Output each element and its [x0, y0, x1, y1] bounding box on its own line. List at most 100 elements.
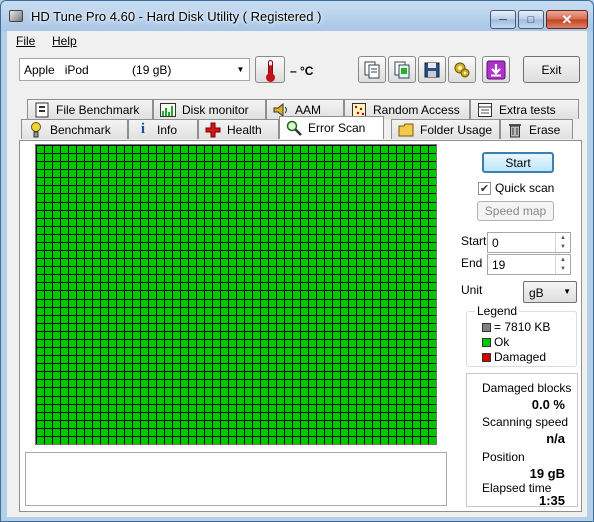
legend-ok-label: Ok — [494, 335, 510, 349]
damaged-blocks-label: Damaged blocks — [482, 381, 572, 395]
copy-text-button[interactable] — [358, 56, 386, 83]
extra-tests-icon — [477, 102, 493, 118]
copy-screenshot-button[interactable] — [388, 56, 416, 83]
quick-scan-label: Quick scan — [495, 181, 555, 195]
block-swatch-icon — [482, 322, 491, 332]
trash-icon — [507, 122, 523, 138]
tab-benchmark[interactable]: Benchmark — [21, 119, 128, 139]
exit-button[interactable]: Exit — [523, 56, 580, 83]
drive-select[interactable]: Apple iPod (19 gB) ▼ — [19, 58, 250, 81]
tab-info[interactable]: i Info — [128, 119, 198, 139]
tab-label: File Benchmark — [56, 102, 140, 117]
scan-log-box[interactable] — [25, 452, 447, 506]
tab-label: Extra tests — [499, 102, 556, 117]
tab-label: Benchmark — [50, 122, 111, 137]
start-spinner[interactable]: ▲ ▼ — [555, 233, 570, 252]
start-input-value: 0 — [492, 236, 499, 250]
legend-title: Legend — [475, 304, 520, 318]
damaged-blocks-value: 0.0 % — [531, 397, 565, 412]
ok-swatch-icon — [482, 337, 491, 347]
floppy-disk-icon — [424, 62, 440, 77]
legend-ok: Ok — [482, 335, 509, 349]
legend-damaged-label: Damaged — [494, 350, 547, 364]
legend-damaged: Damaged — [482, 350, 546, 364]
gears-icon — [454, 62, 470, 77]
maximize-icon: □ — [527, 13, 535, 26]
hd-tune-app-icon[interactable] — [9, 10, 23, 22]
save-screenshot-button[interactable] — [482, 56, 510, 83]
folder-icon — [398, 122, 414, 138]
elapsed-time-value: 1:35 — [538, 493, 565, 508]
menu-help-label: Help — [52, 34, 77, 48]
tab-label: Random Access — [373, 102, 460, 117]
health-icon — [205, 122, 221, 138]
title-bar[interactable]: HD Tune Pro 4.60 - Hard Disk Utility ( R… — [1, 1, 593, 31]
tab-folder-usage[interactable]: Folder Usage — [391, 119, 500, 139]
spin-down-icon[interactable]: ▼ — [556, 242, 570, 251]
tab-label: Health — [227, 122, 262, 137]
file-benchmark-icon — [34, 102, 50, 118]
scan-statistics: Damaged blocks 0.0 % Scanning speed n/a … — [466, 373, 578, 508]
start-input[interactable]: 0 ▲ ▼ — [487, 232, 571, 253]
magnifier-icon — [286, 120, 302, 136]
tab-health[interactable]: Health — [198, 119, 279, 139]
legend: Legend = 7810 KB Ok Damaged — [466, 304, 577, 367]
scan-block-grid — [36, 145, 436, 444]
minimize-button[interactable]: ─ — [490, 10, 516, 29]
legend-block-size-label: = 7810 KB — [494, 320, 551, 334]
spin-up-icon[interactable]: ▲ — [556, 233, 570, 242]
menu-help[interactable]: Help — [52, 34, 77, 48]
thermometer-bulb — [266, 73, 275, 82]
tab-label: Folder Usage — [420, 122, 493, 137]
tab-error-scan[interactable]: Error Scan — [279, 116, 384, 139]
copy-screenshot-icon — [394, 61, 410, 78]
options-button[interactable] — [448, 56, 476, 83]
tab-label: Error Scan — [308, 121, 366, 135]
client-area: File Help Apple iPod (19 gB) ▼ – °C Exit… — [7, 31, 587, 517]
speed-map-button[interactable]: Speed map — [477, 201, 554, 221]
close-icon: ✕ — [561, 11, 573, 27]
quick-scan-checkbox[interactable]: ✔ Quick scan — [478, 181, 554, 195]
scanning-speed-label: Scanning speed — [482, 415, 569, 429]
spin-up-icon[interactable]: ▲ — [556, 255, 570, 264]
unit-label: Unit — [461, 283, 483, 297]
tab-label: Disk monitor — [182, 102, 249, 117]
minimize-icon: ─ — [499, 13, 507, 26]
tab-erase[interactable]: Erase — [500, 119, 573, 139]
start-label: Start — [461, 234, 487, 248]
end-label: End — [461, 256, 483, 270]
app-window: HD Tune Pro 4.60 - Hard Disk Utility ( R… — [0, 0, 594, 522]
maximize-button[interactable]: □ — [518, 10, 544, 29]
info-icon: i — [140, 121, 146, 137]
tab-disk-monitor[interactable]: Disk monitor — [153, 99, 266, 119]
start-scan-button[interactable]: Start — [482, 152, 554, 173]
menu-bar: File Help — [7, 31, 587, 51]
spin-down-icon[interactable]: ▼ — [556, 264, 570, 273]
disk-monitor-icon — [160, 102, 176, 118]
scan-block-map — [35, 144, 437, 445]
legend-block-size: = 7810 KB — [482, 320, 550, 334]
position-value: 19 gB — [529, 466, 565, 481]
chevron-down-icon: ▼ — [563, 287, 571, 296]
scanning-speed-value: n/a — [546, 431, 565, 446]
damaged-swatch-icon — [482, 352, 491, 362]
end-input-value: 19 — [492, 258, 506, 272]
chevron-down-icon: ▼ — [236, 65, 245, 74]
tab-label: Info — [157, 122, 178, 137]
tab-extra-tests[interactable]: Extra tests — [470, 99, 579, 119]
tab-label: AAM — [295, 102, 322, 117]
tab-file-benchmark[interactable]: File Benchmark — [27, 99, 153, 119]
error-scan-panel: Start ✔ Quick scan Speed map Start 0 ▲ ▼… — [19, 140, 582, 512]
menu-file[interactable]: File — [16, 34, 35, 48]
end-input[interactable]: 19 ▲ ▼ — [487, 254, 571, 275]
temperature-readout: – °C — [290, 64, 314, 78]
close-button[interactable]: ✕ — [546, 10, 588, 29]
position-label: Position — [482, 450, 525, 464]
checkmark-icon: ✔ — [478, 181, 491, 195]
end-spinner[interactable]: ▲ ▼ — [555, 255, 570, 274]
benchmark-icon — [28, 121, 44, 138]
save-button[interactable] — [418, 56, 446, 83]
unit-select[interactable]: gB ▼ — [523, 281, 577, 303]
copy-text-icon — [364, 61, 380, 78]
temperature-button[interactable] — [255, 56, 285, 83]
